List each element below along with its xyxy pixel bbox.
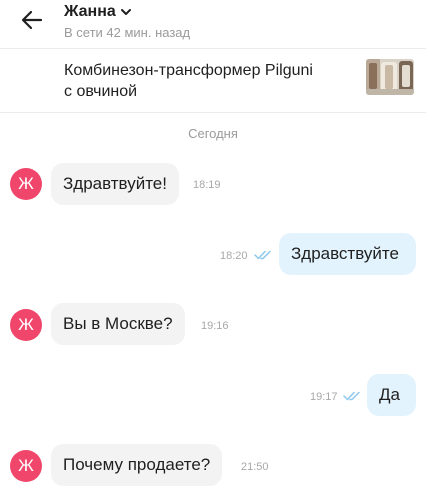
arrow-left-icon xyxy=(21,10,43,30)
back-button[interactable] xyxy=(14,6,50,34)
chat-header: Жанна В сети 42 мин. назад xyxy=(0,0,426,49)
item-bar[interactable]: Комбинезон-трансформер Pilguni с овчиной xyxy=(0,49,426,113)
message-text: Почему продаете? xyxy=(63,455,211,474)
double-check-icon xyxy=(254,250,271,260)
online-status: В сети 42 мин. назад xyxy=(64,25,191,40)
message-text: Здравствуйте xyxy=(291,244,399,263)
chevron-down-icon xyxy=(120,9,131,15)
message-bubble-outgoing[interactable]: Здравствуйте xyxy=(279,233,416,275)
message-time: 18:19 xyxy=(193,179,221,191)
date-separator: Сегодня xyxy=(188,126,238,141)
item-title[interactable]: Комбинезон-трансформер Pilguni с овчиной xyxy=(64,60,359,102)
item-photo xyxy=(366,59,414,95)
message-text: Да xyxy=(379,385,400,404)
message-time: 18:20 xyxy=(220,250,248,262)
double-check-icon xyxy=(343,391,360,401)
contact-name: Жанна xyxy=(64,3,116,20)
message-bubble-incoming[interactable]: Почему продаете? xyxy=(51,444,223,486)
contact-avatar[interactable]: Ж xyxy=(10,309,42,341)
message-time: 19:16 xyxy=(201,320,229,332)
item-thumbnail[interactable] xyxy=(366,59,414,95)
contact-avatar[interactable]: Ж xyxy=(10,168,42,200)
message-time: 21:50 xyxy=(241,461,269,473)
chat-screen: Жанна В сети 42 мин. назад Комбинезон-тр… xyxy=(0,0,426,500)
message-bubble-incoming[interactable]: Здравтвуйте! xyxy=(51,163,179,205)
message-time: 19:17 xyxy=(310,391,338,403)
message-bubble-outgoing[interactable]: Да xyxy=(367,374,416,416)
message-text: Здравтвуйте! xyxy=(63,174,167,193)
item-title-line-1: Комбинезон-трансформер Pilguni xyxy=(64,62,313,79)
contact-avatar[interactable]: Ж xyxy=(10,450,42,482)
item-title-line-2: с овчиной xyxy=(64,83,138,100)
contact-name-dropdown[interactable]: Жанна xyxy=(64,3,132,21)
message-text: Вы в Москве? xyxy=(63,314,173,333)
message-bubble-incoming[interactable]: Вы в Москве? xyxy=(51,303,185,345)
